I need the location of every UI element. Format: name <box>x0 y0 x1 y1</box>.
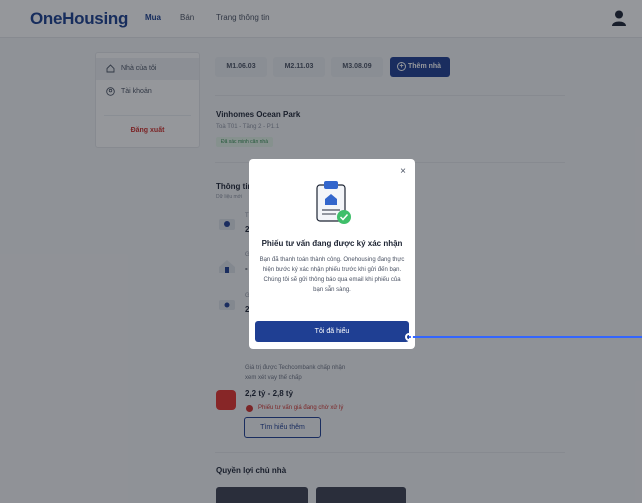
pointer-annotation-dot <box>405 333 413 341</box>
clipboard-check-illustration <box>316 181 351 224</box>
understood-button[interactable]: Tôi đã hiểu <box>255 321 409 342</box>
close-icon[interactable]: × <box>400 166 406 177</box>
pointer-annotation-line <box>409 336 642 338</box>
confirmation-modal: × Phiếu tư vấn đang được ký xác nhận Bạn… <box>249 159 415 349</box>
modal-title: Phiếu tư vấn đang được ký xác nhận <box>261 239 403 248</box>
modal-message: Bạn đã thanh toán thành công. Onehousing… <box>259 257 405 293</box>
